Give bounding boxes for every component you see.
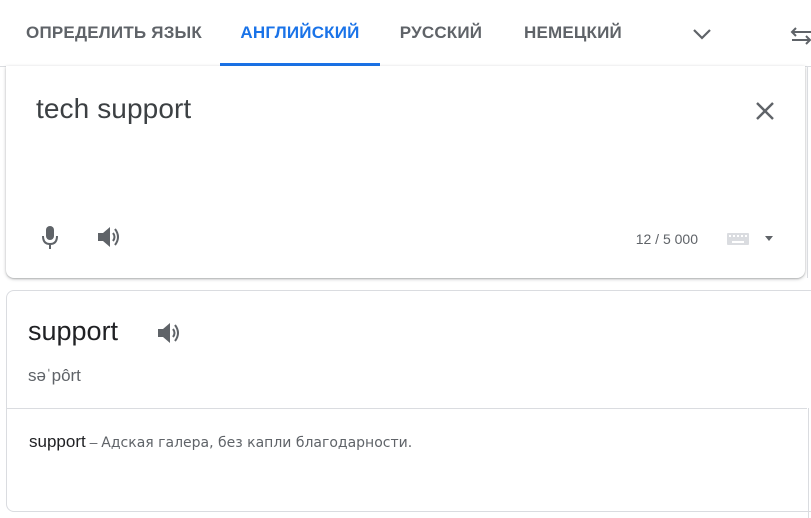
definition-word: support — [29, 432, 86, 451]
close-icon[interactable] — [751, 97, 779, 125]
tab-russian[interactable]: РУССКИЙ — [380, 0, 502, 66]
definition-row: support – Адская галера, без капли благо… — [29, 432, 412, 452]
keyboard-icon[interactable] — [726, 231, 750, 247]
definition-dash: – — [85, 434, 102, 450]
microphone-icon[interactable] — [36, 223, 64, 251]
definition-text: Адская галера, без капли благодарности. — [101, 435, 413, 451]
character-count: 12 / 5 000 — [635, 231, 698, 247]
phonetic-transcription: səˈpôrt — [28, 366, 81, 385]
speaker-icon[interactable] — [155, 319, 185, 347]
dictionary-word: support — [28, 316, 119, 346]
dropdown-arrow-icon[interactable] — [762, 231, 776, 241]
dictionary-card: support səˈpôrt support – Адская галера,… — [6, 290, 811, 518]
source-text-input[interactable]: tech support — [36, 93, 191, 125]
chevron-down-icon[interactable] — [686, 20, 718, 48]
source-panel: tech support 12 / 5 000 — [6, 66, 805, 278]
tab-english[interactable]: АНГЛИЙСКИЙ — [220, 0, 380, 66]
tab-detect-language[interactable]: ОПРЕДЕЛИТЬ ЯЗЫК — [0, 0, 220, 66]
language-bar: ОПРЕДЕЛИТЬ ЯЗЫК АНГЛИЙСКИЙ РУССКИЙ НЕМЕЦ… — [0, 0, 811, 67]
divider — [808, 408, 809, 518]
panel-divider — [807, 66, 808, 278]
swap-languages-icon[interactable] — [786, 20, 811, 48]
tab-german[interactable]: НЕМЕЦКИЙ — [502, 0, 644, 66]
divider — [7, 408, 807, 409]
speaker-icon[interactable] — [94, 223, 126, 251]
